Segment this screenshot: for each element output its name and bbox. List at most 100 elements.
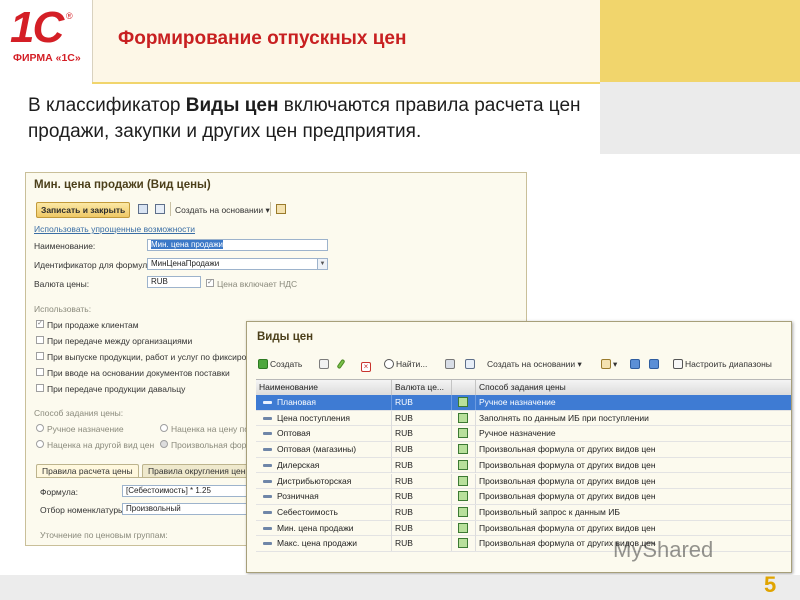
list-title: Виды цен — [257, 331, 314, 343]
footer-band — [0, 575, 800, 600]
simplified-mode-link[interactable]: Использовать упрощенные возможности — [34, 224, 195, 234]
edit-button[interactable] — [336, 357, 346, 371]
table-row[interactable]: Дистрибьюторская RUB Произвольная формула … — [256, 473, 791, 490]
formula-input[interactable]: [Себестоимость] * 1.25 — [122, 485, 252, 497]
price-types-list-window: Виды цен Создать × Найти... Создать на о… — [246, 321, 792, 573]
delete-icon: × — [361, 362, 371, 372]
toolbar-separator — [170, 202, 171, 216]
configure-ranges-button[interactable]: Настроить диапазоны — [673, 357, 772, 371]
method-radio[interactable] — [36, 424, 44, 432]
cell-currency: RUB — [392, 520, 452, 536]
cell-currency: RUB — [392, 395, 452, 410]
ranges-icon — [673, 359, 683, 369]
list-icon[interactable] — [155, 204, 165, 214]
list-icon — [465, 359, 475, 369]
report-icon — [601, 359, 611, 369]
find-button[interactable]: Найти... — [384, 357, 427, 371]
row-marker-icon — [263, 432, 272, 436]
tab-price-calculation-rules[interactable]: Правила расчета цены — [36, 464, 139, 478]
cell-name-text: Цена поступления — [277, 412, 350, 423]
nomenclature-filter-input[interactable]: Произвольный — [122, 503, 252, 515]
nomenclature-filter-value: Произвольный — [126, 504, 181, 513]
cell-name-text: Мин. цена продажи — [277, 522, 354, 533]
chevron-down-icon[interactable]: ▼ — [317, 259, 327, 269]
cell-name-text: Себестоимость — [277, 506, 338, 517]
cell-name: Розничная — [256, 489, 392, 505]
formula-id-label: Идентификатор для формул: — [34, 260, 150, 270]
cell-icon — [452, 473, 476, 489]
table-row[interactable]: Плановая RUB Ручное назначение — [256, 395, 791, 411]
cell-method: Произвольная формула от других видов цен — [479, 475, 656, 486]
use-option: При передаче между организациями — [47, 336, 193, 346]
column-header-method[interactable]: Способ задания цены — [476, 380, 791, 395]
cell-name: Оптовая (магазины) — [256, 442, 392, 458]
calculator-icon — [458, 538, 468, 549]
column-header-icon[interactable] — [452, 380, 476, 395]
use-checkbox[interactable] — [36, 368, 44, 376]
cell-name: Оптовая — [256, 426, 392, 442]
use-checkbox[interactable] — [36, 336, 44, 344]
column-header-name[interactable]: Наименование — [256, 380, 392, 395]
table-row[interactable]: Цена поступления RUB Заполнять по данным И… — [256, 410, 791, 427]
report-menu[interactable]: ▾ — [601, 357, 617, 371]
formula-id-input[interactable]: МинЦенаПродажи — [147, 258, 328, 270]
cell-icon — [452, 395, 476, 410]
copy-button[interactable] — [319, 357, 331, 371]
cancel-search-button[interactable] — [445, 357, 457, 371]
cell-currency: RUB — [392, 504, 452, 520]
find-label: Найти... — [396, 359, 428, 369]
table-row[interactable]: Дилерская RUB Произвольная формула от друг… — [256, 457, 791, 474]
calculator-icon — [458, 475, 468, 486]
cell-name-text: Розничная — [277, 491, 319, 502]
table-row[interactable]: Оптовая RUB Ручное назначение — [256, 426, 791, 443]
arrow-down-icon — [649, 359, 659, 369]
cell-name-text: Оптовая (магазины) — [277, 444, 357, 455]
cell-name-text: Дилерская — [277, 459, 320, 470]
use-option: При выпуске продукции, работ и услуг по … — [47, 352, 256, 362]
nomenclature-filter-label: Отбор номенклатуры: — [40, 505, 127, 515]
vat-checkbox[interactable]: ✓ — [206, 279, 214, 287]
report-icon[interactable] — [276, 204, 286, 214]
cell-currency: RUB — [392, 426, 452, 442]
decor-grey-block — [600, 82, 800, 154]
pencil-icon — [336, 358, 346, 370]
tab-price-rounding-rules[interactable]: Правила округления цены — [142, 464, 258, 478]
name-input[interactable]: Мин. цена продажи — [147, 239, 328, 251]
row-marker-icon — [263, 510, 272, 514]
intro-text: В классификатор Виды цен включаются прав… — [28, 93, 588, 145]
create-based-on-menu[interactable]: Создать на основании ▾ — [487, 357, 582, 371]
use-checkbox[interactable] — [36, 352, 44, 360]
table-row[interactable]: Оптовая (магазины) RUB Произвольная формул… — [256, 442, 791, 458]
table-row[interactable]: Себестоимость RUB Произвольный запрос к да… — [256, 504, 791, 521]
create-button[interactable]: Создать — [258, 357, 302, 371]
vat-label: Цена включает НДС — [217, 279, 298, 289]
use-checkbox[interactable] — [36, 384, 44, 392]
method-radio[interactable] — [160, 424, 168, 432]
table-row[interactable]: Мин. цена продажи RUB Произвольная формула… — [256, 520, 791, 537]
move-up-button[interactable] — [630, 357, 642, 371]
cell-name-text: Плановая — [277, 397, 316, 407]
move-down-button[interactable] — [649, 357, 661, 371]
use-option: При передаче продукции давальцу — [47, 384, 186, 394]
create-based-on-menu[interactable]: Создать на основании ▾ — [175, 205, 270, 216]
logo-1c: 1С — [10, 3, 64, 52]
cell-method: Произвольный запрос к данным ИБ — [479, 506, 620, 517]
use-checkbox[interactable]: ✓ — [36, 320, 44, 328]
save-and-close-button[interactable]: Записать и закрыть — [36, 202, 131, 218]
search-icon — [384, 359, 394, 369]
list-settings-button[interactable] — [465, 357, 477, 371]
method-radio[interactable] — [36, 440, 44, 448]
cell-currency: RUB — [392, 489, 452, 505]
column-header-currency[interactable]: Валюта це... — [392, 380, 452, 395]
save-icon[interactable] — [138, 204, 148, 214]
delete-button[interactable]: × — [361, 357, 373, 372]
table-row[interactable]: Розничная RUB Произвольная формула от друг… — [256, 489, 791, 505]
cell-icon — [452, 457, 476, 473]
currency-input[interactable]: RUB — [147, 276, 201, 288]
calculator-icon — [458, 459, 468, 470]
cell-icon — [452, 410, 476, 426]
calculator-icon — [458, 491, 468, 502]
create-label: Создать — [270, 359, 303, 369]
method-radio-selected[interactable] — [160, 440, 168, 448]
plus-icon — [258, 359, 268, 369]
